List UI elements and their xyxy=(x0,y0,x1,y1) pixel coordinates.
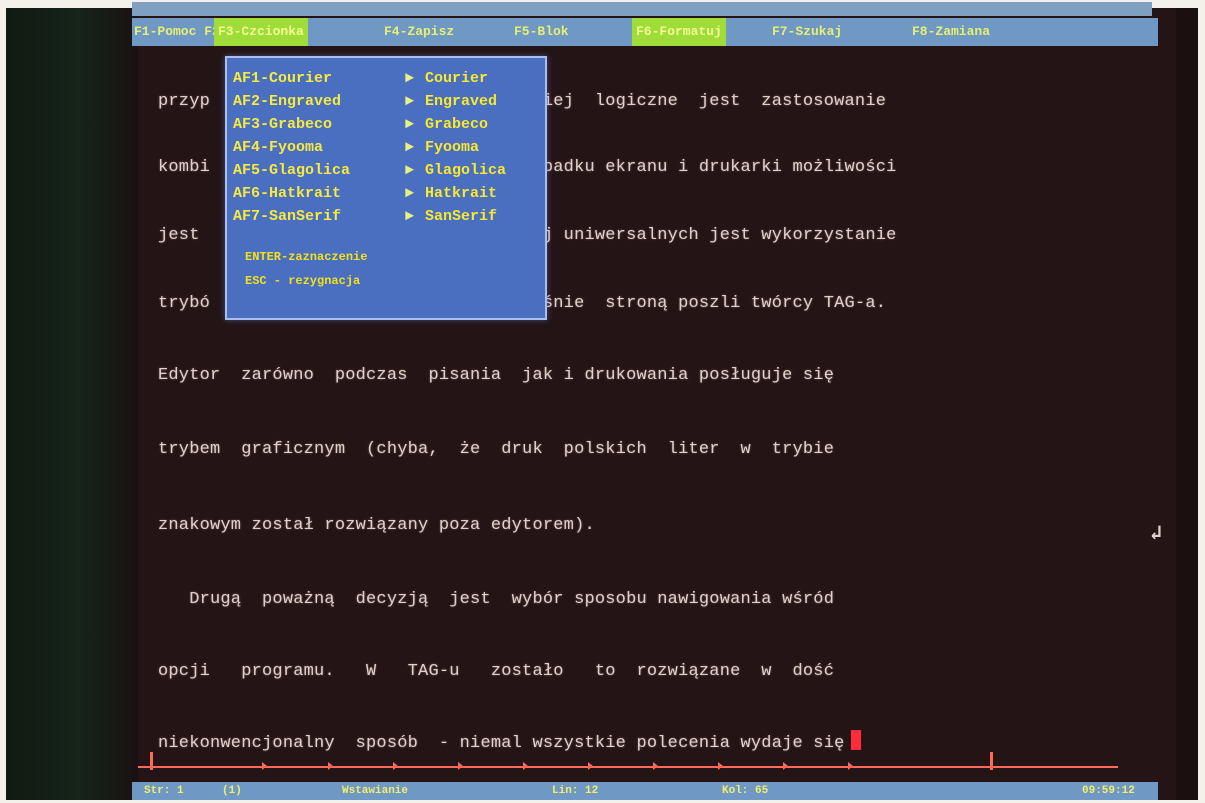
font-option-sample: Hatkrait xyxy=(425,185,498,202)
font-option-key: AF5-Glagolica xyxy=(233,162,351,179)
font-option-key: AF4-Fyooma xyxy=(233,139,324,156)
arrow-right-icon: ► xyxy=(405,185,415,202)
text-line-10-content: niekonwencjonalny sposób - niemal wszyst… xyxy=(158,734,845,753)
tab-stop-marker[interactable] xyxy=(458,762,463,770)
font-menu-popup: AF1-Courier ► Courier AF2-Engraved ► Engrave… xyxy=(225,56,547,320)
tab-stop-marker[interactable] xyxy=(718,762,723,770)
status-page: Str: 1 xyxy=(144,785,184,797)
text-line-6: trybem graficznym (chyba, że druk polski… xyxy=(158,440,835,459)
text-line-10[interactable]: niekonwencjonalny sposób - niemal wszyst… xyxy=(158,730,1008,753)
menu-item-replace[interactable]: F8-Zamiana xyxy=(912,18,990,46)
status-column: Kol: 65 xyxy=(722,785,769,797)
menu-item-save[interactable]: F4-Zapisz xyxy=(384,18,454,46)
status-line: Lin: 12 xyxy=(552,785,599,797)
tab-ruler xyxy=(138,766,1118,768)
font-option-sample: Glagolica xyxy=(425,162,507,179)
left-margin-marker[interactable] xyxy=(150,752,153,770)
tab-stop-marker[interactable] xyxy=(783,762,788,770)
font-option-key: AF2-Engraved xyxy=(233,93,342,110)
popup-hint-enter: ENTER-zaznaczenie xyxy=(245,250,368,264)
arrow-right-icon: ► xyxy=(405,116,415,133)
menu-bar: F1-Pomoc F2-Plik F3-Czcionka F4-Zapisz F… xyxy=(132,18,1158,46)
menu-item-font[interactable]: F3-Czcionka xyxy=(214,18,308,46)
text-line-7: znakowym został rozwiązany poza edytorem… xyxy=(158,516,595,535)
font-option-sample: Grabeco xyxy=(425,116,489,133)
tab-stop-marker[interactable] xyxy=(328,762,333,770)
tab-stop-marker[interactable] xyxy=(653,762,658,770)
tab-stop-marker[interactable] xyxy=(588,762,593,770)
status-column-indicator: (1) xyxy=(222,785,242,797)
font-option-courier[interactable]: AF1-Courier ► Courier xyxy=(233,70,539,91)
font-option-sample: Fyooma xyxy=(425,139,480,156)
font-option-glagolica[interactable]: AF5-Glagolica ► Glagolica xyxy=(233,162,539,183)
text-line-8: Drugą poważną decyzją jest wybór sposobu… xyxy=(158,590,835,609)
menu-item-format[interactable]: F6-Formatuj xyxy=(632,18,726,46)
text-cursor xyxy=(850,730,861,750)
font-option-sample: SanSerif xyxy=(425,208,498,225)
text-line-5: Edytor zarówno podczas pisania jak i dru… xyxy=(158,366,835,385)
font-option-key: AF6-Hatkrait xyxy=(233,185,342,202)
title-bar xyxy=(132,2,1152,16)
font-option-sample: Engraved xyxy=(425,93,498,110)
return-mark-icon: ↲ xyxy=(1150,523,1163,546)
arrow-right-icon: ► xyxy=(405,139,415,156)
font-option-hatkrait[interactable]: AF6-Hatkrait ► Hatkrait xyxy=(233,185,539,206)
font-option-sample: Courier xyxy=(425,70,489,87)
popup-hint-esc: ESC - rezygnacja xyxy=(245,274,361,288)
font-option-key: AF3-Grabeco xyxy=(233,116,333,133)
arrow-right-icon: ► xyxy=(405,70,415,87)
font-option-engraved[interactable]: AF2-Engraved ► Engraved xyxy=(233,93,539,114)
crt-photo xyxy=(6,8,1198,800)
tab-stop-marker[interactable] xyxy=(262,762,267,770)
font-option-key: AF1-Courier xyxy=(233,70,333,87)
menu-item-block[interactable]: F5-Blok xyxy=(514,18,569,46)
tab-stop-marker[interactable] xyxy=(393,762,398,770)
text-line-9: opcji programu. W TAG-u zostało to rozwi… xyxy=(158,662,835,681)
arrow-right-icon: ► xyxy=(405,162,415,179)
monitor-bezel xyxy=(6,8,138,800)
font-option-sanserif[interactable]: AF7-SanSerif ► SanSerif xyxy=(233,208,539,229)
status-bar: Str: 1 (1) Wstawianie Lin: 12 Kol: 65 09… xyxy=(132,782,1158,800)
tab-stop-marker[interactable] xyxy=(848,762,853,770)
arrow-right-icon: ► xyxy=(405,93,415,110)
font-option-key: AF7-SanSerif xyxy=(233,208,342,225)
font-option-fyooma[interactable]: AF4-Fyooma ► Fyooma xyxy=(233,139,539,160)
tab-stop-marker[interactable] xyxy=(523,762,528,770)
right-margin-marker[interactable] xyxy=(990,752,993,770)
status-mode: Wstawianie xyxy=(342,785,409,797)
menu-item-search[interactable]: F7-Szukaj xyxy=(772,18,842,46)
font-option-grabeco[interactable]: AF3-Grabeco ► Grabeco xyxy=(233,116,539,137)
status-clock: 09:59:12 xyxy=(1082,785,1135,797)
arrow-right-icon: ► xyxy=(405,208,415,225)
